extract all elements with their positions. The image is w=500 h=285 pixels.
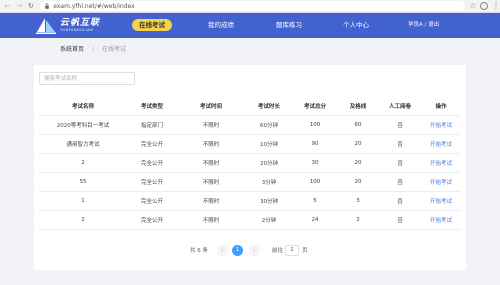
cell-exam-name: 通用智力考试 <box>39 134 127 154</box>
cell-exam-type: 完全公开 <box>127 210 177 230</box>
cell-exam-type: 完全公开 <box>127 134 177 154</box>
table-row: 2 完全公开 不限时 20分钟 30 20 否 开始考试 <box>39 153 461 173</box>
col-exam-type: 考试类型 <box>127 97 177 116</box>
cell-exam-time: 不限时 <box>177 115 245 135</box>
col-duration: 考试时长 <box>245 97 293 116</box>
cell-pass-line: 20 <box>337 153 379 173</box>
cell-total-score: 5 <box>293 191 337 211</box>
col-action: 操作 <box>421 97 461 116</box>
cell-exam-type: 完全公开 <box>127 172 177 192</box>
cell-pass-line: 60 <box>337 115 379 135</box>
page-1-button[interactable]: 1 <box>232 245 243 256</box>
cell-manual-grading: 否 <box>379 191 421 211</box>
breadcrumb: 系统首页 / 在线考试 <box>60 45 126 55</box>
lock-icon <box>45 3 50 9</box>
cell-exam-type: 完全公开 <box>127 191 177 211</box>
col-exam-time: 考试时间 <box>177 97 245 116</box>
prev-page-button[interactable]: ‹ <box>217 245 228 256</box>
search-input[interactable] <box>39 72 135 85</box>
pagination-total: 共 6 条 <box>190 248 208 254</box>
nav-my-scores[interactable]: 我的成绩 <box>208 19 234 31</box>
start-exam-button[interactable]: 开始考试 <box>421 191 461 211</box>
reload-icon[interactable]: ↻ <box>27 2 36 10</box>
cell-exam-name: 2 <box>39 210 127 230</box>
cell-exam-type: 完全公开 <box>127 153 177 173</box>
cell-duration: 20分钟 <box>245 153 293 173</box>
cell-manual-grading: 否 <box>379 134 421 154</box>
cell-duration: 2分钟 <box>245 210 293 230</box>
page-suffix: 页 <box>302 248 308 254</box>
user-logout[interactable]: 学员A / 退出 <box>408 19 439 31</box>
cell-pass-line: 20 <box>337 172 379 192</box>
forward-icon[interactable]: → <box>15 2 24 10</box>
exam-list-card: 考试名称 考试类型 考试时间 考试时长 考试总分 及格线 人工阅卷 操作 202… <box>34 65 466 270</box>
nav-question-bank[interactable]: 题库练习 <box>276 19 302 31</box>
col-total-score: 考试总分 <box>293 97 337 116</box>
cell-exam-time: 不限时 <box>177 210 245 230</box>
cell-exam-name: 2020等考科目一考试 <box>39 115 127 135</box>
pagination: 共 6 条 ‹ 1 › 前往 1 页 <box>34 245 466 257</box>
cell-pass-line: 2 <box>337 210 379 230</box>
address-bar[interactable]: exam.yfhl.net/#/web/index <box>40 1 465 11</box>
cell-exam-name: 1 <box>39 191 127 211</box>
col-pass-line: 及格线 <box>337 97 379 116</box>
profile-icon[interactable] <box>480 2 488 10</box>
cell-duration: 3分钟 <box>245 172 293 192</box>
cell-exam-time: 不限时 <box>177 172 245 192</box>
cell-duration: 10分钟 <box>245 134 293 154</box>
next-page-button[interactable]: › <box>249 245 260 256</box>
start-exam-button[interactable]: 开始考试 <box>421 153 461 173</box>
cell-exam-time: 不限时 <box>177 153 245 173</box>
col-manual-grading: 人工阅卷 <box>379 97 421 116</box>
menu-icon[interactable]: ⋮ <box>492 2 500 10</box>
cell-duration: 60分钟 <box>245 115 293 135</box>
cell-exam-name: 2 <box>39 153 127 173</box>
logo[interactable]: 云帆互联 YUNFANHULIAN <box>35 16 100 34</box>
col-exam-name: 考试名称 <box>39 97 127 116</box>
goto-page-input[interactable]: 1 <box>285 245 299 256</box>
url-text: exam.yfhl.net/#/web/index <box>53 2 135 10</box>
cell-pass-line: 20 <box>337 134 379 154</box>
cell-exam-name: 55 <box>39 172 127 192</box>
logo-name: 云帆互联 <box>60 17 101 28</box>
breadcrumb-current: 在线考试 <box>102 46 127 53</box>
start-exam-button[interactable]: 开始考试 <box>421 210 461 230</box>
goto-label: 前往 <box>272 248 284 254</box>
table-row: 2020等考科目一考试 指定部门 不限时 60分钟 100 60 否 开始考试 <box>39 115 461 135</box>
exam-table: 考试名称 考试类型 考试时间 考试时长 考试总分 及格线 人工阅卷 操作 202… <box>39 97 461 230</box>
site-header: 云帆互联 YUNFANHULIAN 在线考试 我的成绩 题库练习 个人中心 学员… <box>0 13 500 38</box>
star-icon[interactable]: ☆ <box>470 2 476 10</box>
table-row: 2 完全公开 不限时 2分钟 24 2 否 开始考试 <box>39 210 461 230</box>
start-exam-button[interactable]: 开始考试 <box>421 115 461 135</box>
cell-pass-line: 3 <box>337 191 379 211</box>
back-icon[interactable]: ← <box>3 2 12 10</box>
start-exam-button[interactable]: 开始考试 <box>421 134 461 154</box>
cell-manual-grading: 否 <box>379 172 421 192</box>
cell-exam-type: 指定部门 <box>127 115 177 135</box>
cell-total-score: 100 <box>293 115 337 135</box>
browser-toolbar: ← → ↻ exam.yfhl.net/#/web/index ☆ ⋮ <box>0 0 500 13</box>
breadcrumb-separator: / <box>92 46 95 53</box>
logo-sail-icon <box>36 18 56 34</box>
cell-duration: 30分钟 <box>245 191 293 211</box>
cell-manual-grading: 否 <box>379 115 421 135</box>
table-header-row: 考试名称 考试类型 考试时间 考试时长 考试总分 及格线 人工阅卷 操作 <box>39 97 461 116</box>
table-row: 1 完全公开 不限时 30分钟 5 3 否 开始考试 <box>39 191 461 211</box>
table-row: 通用智力考试 完全公开 不限时 10分钟 90 20 否 开始考试 <box>39 134 461 154</box>
nav-personal-center[interactable]: 个人中心 <box>343 19 369 31</box>
start-exam-button[interactable]: 开始考试 <box>421 172 461 192</box>
cell-total-score: 90 <box>293 134 337 154</box>
cell-total-score: 30 <box>293 153 337 173</box>
table-row: 55 完全公开 不限时 3分钟 100 20 否 开始考试 <box>39 172 461 192</box>
cell-exam-time: 不限时 <box>177 134 245 154</box>
cell-total-score: 100 <box>293 172 337 192</box>
breadcrumb-home[interactable]: 系统首页 <box>60 46 84 53</box>
cell-exam-time: 不限时 <box>177 191 245 211</box>
cell-manual-grading: 否 <box>379 153 421 173</box>
nav-online-exam[interactable]: 在线考试 <box>132 19 172 31</box>
cell-total-score: 24 <box>293 210 337 230</box>
logo-subtitle: YUNFANHULIAN <box>60 27 94 32</box>
cell-manual-grading: 否 <box>379 210 421 230</box>
